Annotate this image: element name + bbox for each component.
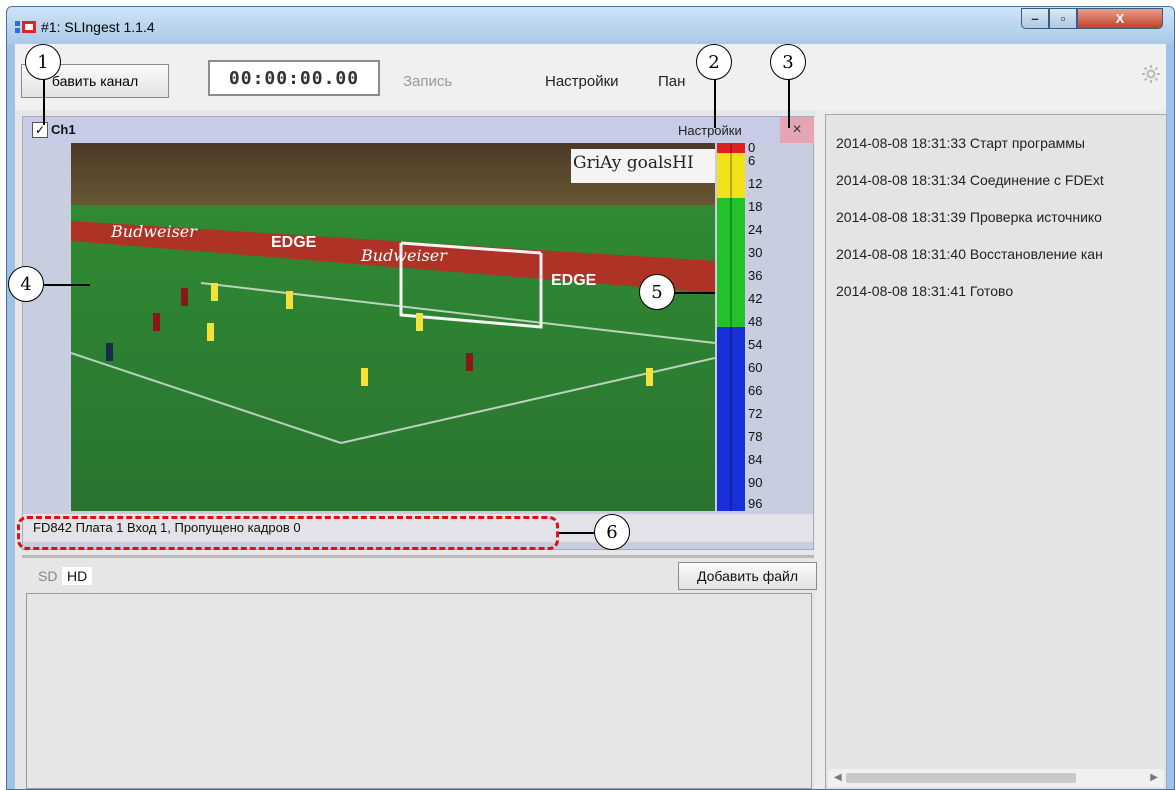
vu-tick: 54 bbox=[748, 337, 763, 352]
tab-hd[interactable]: HD bbox=[62, 567, 93, 585]
log-pane: 2014-08-08 18:31:33 Старт программы 2014… bbox=[825, 114, 1167, 789]
vu-tick: 66 bbox=[748, 383, 763, 398]
file-list[interactable] bbox=[26, 593, 812, 789]
vu-tick: 18 bbox=[748, 199, 763, 214]
toolbar: бавить канал 00:00:00.00 Запись Настройк… bbox=[15, 44, 1166, 110]
gear-icon[interactable] bbox=[1141, 64, 1161, 84]
app-icon bbox=[15, 21, 36, 33]
vu-tick: 42 bbox=[748, 291, 763, 306]
vu-tick: 36 bbox=[748, 268, 763, 283]
record-menu-item[interactable]: Запись bbox=[403, 73, 452, 90]
audio-level-meter bbox=[717, 143, 745, 511]
minimize-button[interactable]: – bbox=[1021, 8, 1049, 29]
maximize-button[interactable]: ▫ bbox=[1049, 8, 1077, 29]
vu-tick: 48 bbox=[748, 314, 763, 329]
channel-close-button[interactable]: × bbox=[780, 117, 814, 143]
channel-panel: ✓ Ch1 Настройки × Budweiser EDGE Budweis… bbox=[22, 116, 814, 550]
callout-6: 6 bbox=[594, 514, 630, 550]
log-line: 2014-08-08 18:31:41 Готово bbox=[836, 283, 1014, 299]
file-tabs: SD HD Добавить файл bbox=[22, 562, 817, 590]
vu-tick: 90 bbox=[748, 475, 763, 490]
ad-board-edge-1: EDGE bbox=[271, 234, 317, 251]
scroll-right-icon[interactable]: ▶ bbox=[1150, 772, 1158, 783]
callout-5: 5 bbox=[639, 274, 675, 310]
vu-tick: 84 bbox=[748, 452, 763, 467]
vu-tick: 96 bbox=[748, 496, 763, 511]
window-title: #1: SLIngest 1.1.4 bbox=[41, 19, 155, 35]
vu-tick: 12 bbox=[748, 176, 763, 191]
vu-scale: 0 6 12 18 24 30 36 42 48 54 60 66 72 78 … bbox=[748, 141, 788, 513]
settings-menu-item[interactable]: Настройки bbox=[545, 73, 619, 90]
scrollbar-thumb[interactable] bbox=[846, 773, 1076, 783]
status-highlight-box bbox=[17, 516, 559, 550]
log-line: 2014-08-08 18:31:33 Старт программы bbox=[836, 135, 1085, 151]
log-line: 2014-08-08 18:31:39 Проверка источнико bbox=[836, 209, 1102, 225]
vu-tick: 72 bbox=[748, 406, 763, 421]
callout-1: 1 bbox=[25, 44, 61, 80]
ad-board-budweiser-1: Budweiser bbox=[110, 222, 198, 241]
channel-settings-button[interactable]: Настройки bbox=[678, 123, 742, 138]
timecode-display: 00:00:00.00 bbox=[208, 60, 380, 96]
vu-tick: 30 bbox=[748, 245, 763, 260]
log-line: 2014-08-08 18:31:40 Восстановление кан bbox=[836, 246, 1103, 262]
channel-header: ✓ Ch1 Настройки × bbox=[23, 117, 814, 143]
panel-menu-item[interactable]: Пан bbox=[658, 73, 685, 90]
client-area: бавить канал 00:00:00.00 Запись Настройк… bbox=[15, 44, 1167, 789]
channels-pane: ✓ Ch1 Настройки × Budweiser EDGE Budweis… bbox=[15, 110, 817, 789]
scroll-left-icon[interactable]: ◀ bbox=[834, 772, 842, 783]
tab-sd[interactable]: SD bbox=[38, 568, 57, 584]
video-frame: Budweiser EDGE Budweiser EDGE bbox=[71, 143, 715, 511]
callout-3: 3 bbox=[770, 44, 806, 80]
callout-4: 4 bbox=[8, 266, 44, 302]
app-window: #1: SLIngest 1.1.4 – ▫ X бавить канал 00… bbox=[6, 6, 1175, 790]
vu-tick: 24 bbox=[748, 222, 763, 237]
close-window-button[interactable]: X bbox=[1077, 8, 1163, 29]
callout-2: 2 bbox=[696, 44, 732, 80]
log-horizontal-scrollbar[interactable]: ◀ ▶ bbox=[828, 769, 1164, 787]
ad-board-budweiser-2: Budweiser bbox=[360, 246, 448, 265]
ad-board-edge-2: EDGE bbox=[551, 272, 597, 289]
title-bar[interactable]: #1: SLIngest 1.1.4 – ▫ X bbox=[7, 7, 1174, 44]
vu-tick: 60 bbox=[748, 360, 763, 375]
video-preview: Budweiser EDGE Budweiser EDGE GriAy goal… bbox=[71, 143, 715, 511]
vu-tick: 6 bbox=[748, 153, 756, 168]
pane-splitter[interactable] bbox=[22, 555, 814, 558]
log-line: 2014-08-08 18:31:34 Соединение с FDExt bbox=[836, 172, 1104, 188]
add-file-button[interactable]: Добавить файл bbox=[678, 562, 817, 590]
channel-enable-checkbox[interactable]: ✓ bbox=[32, 122, 48, 138]
channel-name: Ch1 bbox=[51, 122, 76, 137]
vu-tick: 78 bbox=[748, 429, 763, 444]
video-overlay-text: GriAy goalsHI bbox=[573, 153, 694, 173]
